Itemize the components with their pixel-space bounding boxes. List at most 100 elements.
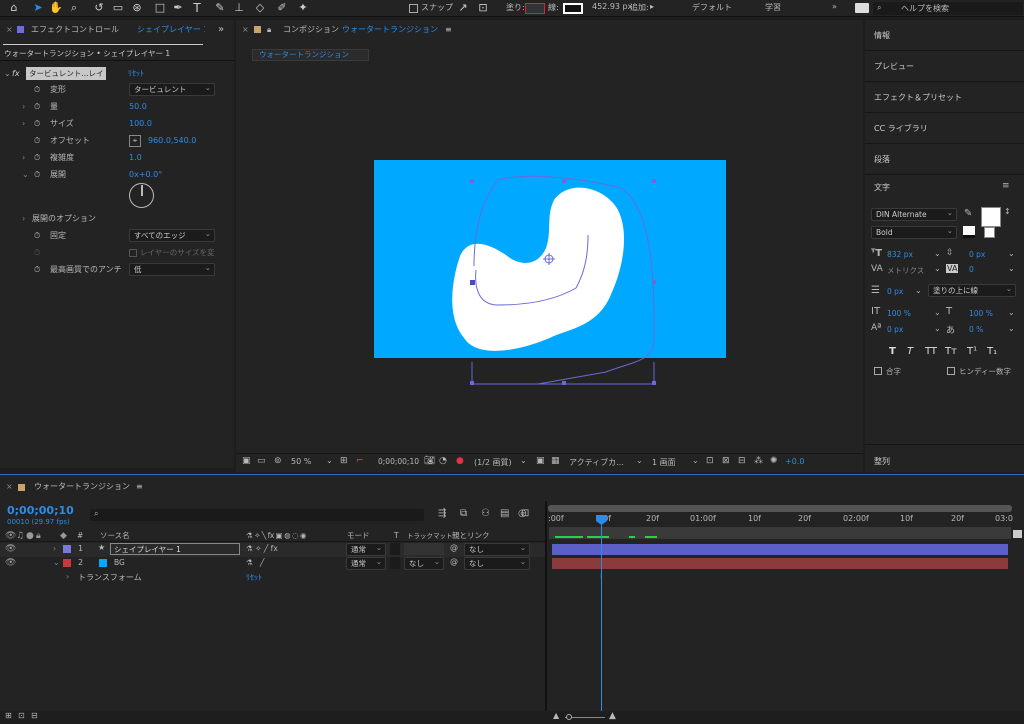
collapse-icon[interactable]: ⌄ (22, 166, 29, 183)
collapse-icon[interactable]: ⌄ (53, 558, 60, 567)
mask-toggle-icon[interactable]: ⊚ (274, 456, 282, 466)
stopwatch-icon[interactable]: ⏱ (34, 261, 40, 278)
small-caps-button[interactable]: Tт (945, 346, 957, 357)
chevron-down-icon[interactable]: ⌄ (934, 264, 941, 273)
chevron-down-icon[interactable]: ⌄ (1008, 264, 1015, 273)
hand-tool-icon[interactable]: ✋ (49, 1, 63, 15)
effects-presets-panel-item[interactable]: エフェクト＆プリセット (865, 82, 1024, 113)
timeline-search-input[interactable]: ⌕ (90, 509, 424, 521)
chevron-down-icon[interactable]: ⌄ (934, 324, 941, 333)
eyedropper-icon[interactable]: ✎ (964, 208, 972, 219)
snap-option-icon[interactable]: ↗ (456, 1, 470, 15)
camera-tool-icon[interactable]: ▭ (111, 1, 125, 15)
preserve-transparency-toggle[interactable] (390, 557, 400, 569)
vertical-scale-value[interactable]: 100 % (887, 309, 911, 318)
puppet-tool-icon[interactable]: ✦ (296, 1, 310, 15)
antialias-dropdown[interactable]: 低 (129, 262, 215, 276)
rotate-tool-icon[interactable]: ↺ (92, 1, 106, 15)
zoom-in-icon[interactable]: ▲ (609, 711, 616, 721)
stroke-width-value[interactable]: 0 px (887, 287, 903, 296)
time-ruler[interactable]: :00f 10f 20f 01:00f 10f 20f 02:00f 10f 2… (548, 513, 1014, 527)
layer-label-color[interactable] (63, 545, 71, 553)
angle-dial[interactable] (129, 183, 154, 208)
monitor-icon[interactable]: ▭ (257, 456, 266, 466)
layer-label-color[interactable] (63, 559, 71, 567)
prop-value[interactable]: 100.0 (129, 115, 152, 132)
subscript-button[interactable]: T₁ (987, 346, 997, 357)
panel-menu-icon[interactable]: ≡ (136, 475, 143, 499)
close-icon[interactable]: × (6, 475, 13, 499)
stopwatch-icon[interactable]: ⏱ (34, 227, 40, 244)
frame-blend-icon[interactable]: ▤ (500, 508, 509, 519)
layer-name[interactable]: シェイプレイヤー 1 (110, 543, 240, 555)
current-time-indicator[interactable] (601, 515, 602, 723)
zoom-out-icon[interactable]: ▲ (553, 711, 559, 720)
chevron-down-icon[interactable]: ⌄ (934, 308, 941, 317)
fill-swatch[interactable] (525, 3, 545, 14)
zoom-slider-thumb[interactable] (566, 714, 572, 720)
resolution-dropdown[interactable]: (1/2 画質) (474, 457, 512, 468)
preserve-transparency-toggle[interactable] (390, 543, 400, 555)
current-time[interactable]: 0;00;00;10 (378, 457, 419, 466)
expand-icon[interactable]: › (22, 210, 25, 227)
track-matte-dropdown[interactable]: なし (404, 556, 444, 570)
expand-icon[interactable]: › (22, 98, 25, 115)
blend-mode-dropdown[interactable]: 通常 (346, 542, 386, 556)
faux-bold-button[interactable]: T (889, 346, 896, 357)
prop-value[interactable]: 50.0 (129, 98, 147, 115)
comp-flowchart-icon[interactable]: ⇶ (438, 508, 446, 519)
chevron-down-icon[interactable]: ⌄ (1008, 308, 1015, 317)
panel-menu-icon[interactable]: ≡ (1002, 181, 1010, 191)
work-area-bar[interactable] (549, 527, 1011, 539)
fill-color-swatch[interactable] (981, 207, 1001, 227)
comp-end-marker-icon[interactable] (1013, 530, 1022, 538)
flowchart-icon[interactable]: ⁂ (754, 456, 763, 466)
transform-reset-link[interactable]: ﾘｾｯﾄ (246, 572, 262, 583)
chevron-down-icon[interactable]: ⌄ (1008, 324, 1015, 333)
roi-icon[interactable]: ▣ (536, 456, 545, 466)
time-navigator[interactable] (548, 505, 1012, 512)
layer-switches[interactable]: ⚗ ✧ ╱ fx (246, 544, 278, 553)
prop-value[interactable]: 1.0 (129, 149, 142, 166)
collapse-icon[interactable]: ⌄ (4, 65, 11, 82)
graph-editor-icon[interactable]: ⊡ (521, 508, 529, 519)
camera-snapshot-icon[interactable]: 📷︎ (424, 456, 435, 466)
sync-icon[interactable] (855, 3, 869, 13)
brush-tool-icon[interactable]: ✎ (213, 1, 227, 15)
hindi-digits-checkbox[interactable] (947, 367, 955, 375)
effect-controls-tab-target[interactable]: シェイプレイヤー 1 (137, 20, 205, 40)
baseline-value[interactable]: 0 px (887, 325, 903, 334)
workspace-default[interactable]: デフォルト (692, 2, 732, 13)
layer-switches[interactable]: ⚗ ╱ (246, 558, 264, 567)
expand-icon[interactable]: › (22, 115, 25, 132)
eye-icon[interactable]: 👁︎ (5, 530, 16, 542)
chevron-down-icon[interactable]: ⌄ (326, 456, 333, 465)
expand-icon[interactable]: › (53, 544, 56, 553)
pinning-dropdown[interactable]: すべてのエッジ (129, 228, 215, 242)
views-dropdown[interactable]: 1 画面 (652, 457, 676, 468)
font-family-dropdown[interactable]: DIN Alternate (871, 207, 957, 221)
tsume-value[interactable]: 0 % (969, 325, 983, 334)
pan-behind-tool-icon[interactable]: ⊛ (130, 1, 144, 15)
stroke-type-dropdown[interactable]: 塗りの上に線 (928, 283, 1016, 297)
prop-value[interactable]: 0x+0.0° (129, 166, 162, 183)
horizontal-scale-value[interactable]: 100 % (969, 309, 993, 318)
workspace-learn[interactable]: 学習 (765, 2, 781, 13)
blend-mode-dropdown[interactable]: 通常 (346, 556, 386, 570)
transform-type-dropdown[interactable]: タービュレント (129, 82, 215, 96)
chevron-down-icon[interactable]: ⌄ (636, 456, 643, 465)
color-channel-icon[interactable]: ● (456, 456, 464, 466)
draft-3d-icon[interactable]: ⧉ (460, 508, 467, 519)
align-panel-item[interactable]: 整列 (874, 456, 890, 467)
layer-row[interactable]: 👁︎ ⌄ 2 BG ⚗ ╱ 通常 なし @ なし (0, 556, 545, 571)
toggle-switches-icon[interactable]: ⊞ (5, 711, 12, 720)
show-snapshot-icon[interactable]: ◔ (439, 456, 447, 466)
parent-column[interactable]: 親とリンク (452, 530, 490, 542)
fast-preview-icon[interactable]: ⊠ (722, 456, 730, 466)
prop-value[interactable]: 960.0,540.0 (148, 132, 196, 149)
clone-stamp-tool-icon[interactable]: ⊥ (232, 1, 246, 15)
magnify-icon[interactable]: ▣ (242, 456, 251, 466)
parent-dropdown[interactable]: なし (464, 542, 530, 556)
paragraph-panel-item[interactable]: 段落 (865, 144, 1024, 175)
snap-grid-icon[interactable]: ⊡ (476, 1, 490, 15)
